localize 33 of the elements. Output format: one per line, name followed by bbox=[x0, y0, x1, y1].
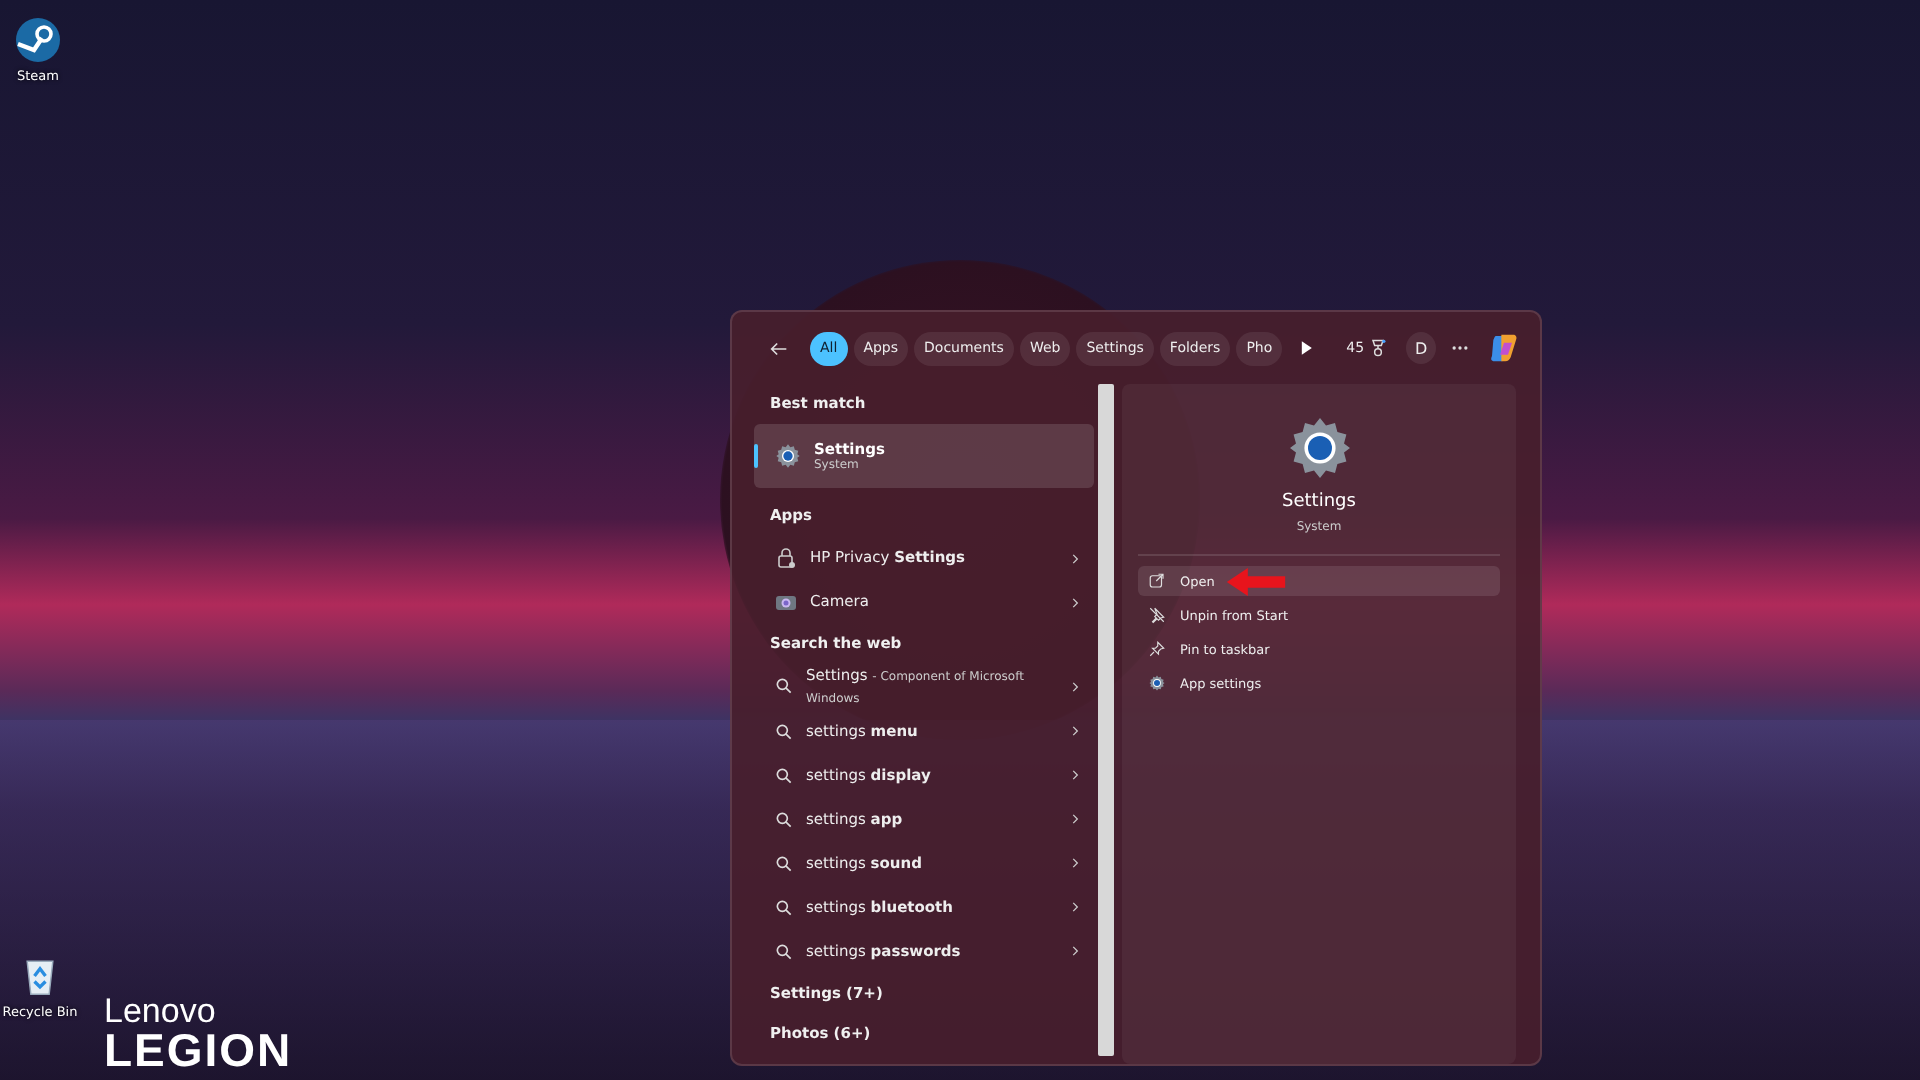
chevron-right-icon bbox=[1068, 595, 1082, 609]
chevron-right-icon bbox=[1068, 812, 1082, 826]
wallpaper-logo-text: Lenovo bbox=[104, 994, 218, 1028]
external-link-icon bbox=[1148, 572, 1166, 590]
wallpaper-logo-text: LEGION bbox=[104, 1028, 293, 1074]
account-button[interactable]: D bbox=[1406, 332, 1436, 364]
search-icon bbox=[774, 941, 794, 961]
camera-icon bbox=[774, 590, 798, 614]
chevron-right-icon bbox=[1068, 900, 1082, 914]
app-title: Settings bbox=[1282, 492, 1356, 512]
trophy-icon bbox=[1368, 338, 1389, 358]
search-icon bbox=[774, 853, 794, 873]
chevron-right-icon bbox=[1068, 724, 1082, 738]
copilot-logo-icon bbox=[1488, 332, 1520, 364]
back-arrow-icon bbox=[768, 337, 790, 359]
unpin-icon bbox=[1148, 606, 1166, 624]
chevron-right-icon bbox=[1068, 551, 1082, 565]
search-icon bbox=[774, 765, 794, 785]
search-icon bbox=[774, 676, 794, 697]
lock-icon bbox=[774, 546, 798, 570]
steam-icon bbox=[14, 16, 62, 64]
chevron-right-icon bbox=[1068, 768, 1082, 782]
search-icon bbox=[774, 721, 794, 741]
pin-icon bbox=[1148, 640, 1166, 658]
scrollbar[interactable] bbox=[1098, 384, 1114, 1056]
play-icon bbox=[1296, 338, 1317, 358]
gear-icon bbox=[1148, 674, 1166, 692]
search-icon bbox=[774, 897, 794, 917]
chevron-right-icon bbox=[1068, 944, 1082, 958]
chevron-right-icon bbox=[1068, 679, 1082, 694]
search-icon bbox=[774, 809, 794, 829]
gear-icon bbox=[774, 442, 802, 470]
chevron-right-icon bbox=[1068, 856, 1082, 870]
